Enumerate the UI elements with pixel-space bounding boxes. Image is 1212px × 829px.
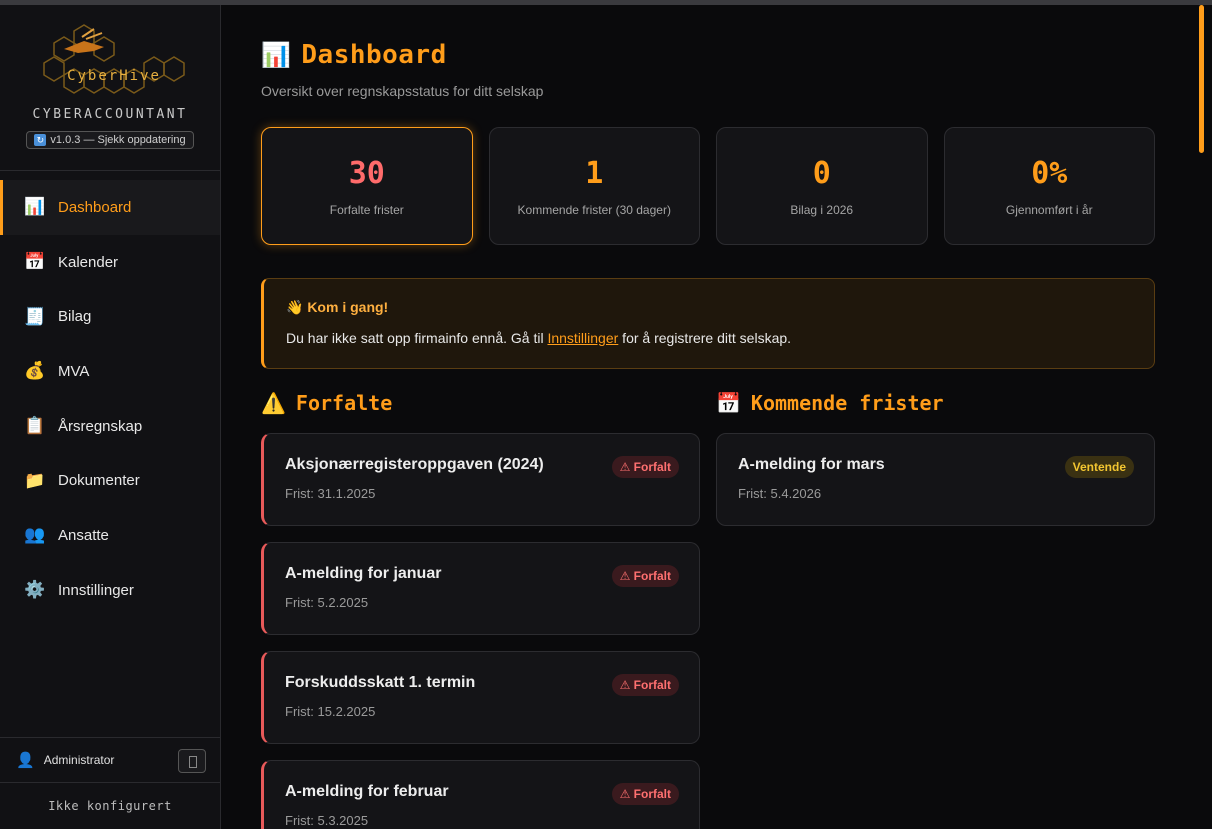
banner-title: 👋 Kom i gang! bbox=[286, 299, 389, 315]
upcoming-title-text: Kommende frister bbox=[750, 391, 944, 415]
sidebar-nav: 📊 Dashboard 📅 Kalender 🧾 Bilag 💰 MVA 📋 Å… bbox=[0, 180, 220, 618]
banner-text: Du har ikke satt opp firmainfo ennå. Gå … bbox=[286, 330, 1132, 346]
logo-area: CyberHive CYBERACCOUNTANT ↻ v1.0.3 — Sje… bbox=[0, 5, 220, 171]
folder-icon: 📁 bbox=[24, 470, 46, 490]
gear-icon: ⚙️ bbox=[24, 580, 46, 600]
sidebar: CyberHive CYBERACCOUNTANT ↻ v1.0.3 — Sje… bbox=[0, 5, 221, 829]
main-content: 📊 Dashboard Oversikt over regnskapsstatu… bbox=[221, 5, 1212, 829]
sidebar-footer: 👤 Administrator Ikke konfigurert bbox=[0, 737, 220, 829]
overdue-title-text: Forfalte bbox=[295, 391, 393, 415]
sidebar-item-label: Ansatte bbox=[58, 526, 109, 544]
warning-icon: ⚠️ bbox=[261, 391, 286, 415]
people-icon: 👥 bbox=[24, 525, 46, 545]
overdue-title: ⚠️ Forfalte bbox=[261, 389, 700, 417]
bee-body bbox=[64, 41, 104, 53]
stat-label: Bilag i 2026 bbox=[790, 202, 854, 217]
sidebar-item-mva[interactable]: 💰 MVA bbox=[0, 344, 220, 399]
sidebar-item-bilag[interactable]: 🧾 Bilag bbox=[0, 289, 220, 344]
deadline-date: Frist: 5.2.2025 bbox=[285, 595, 369, 610]
deadline-card[interactable]: A-melding for januar Frist: 5.2.2025 ⚠ F… bbox=[261, 542, 700, 635]
stat-label: Gjennomført i år bbox=[1005, 202, 1093, 217]
deadline-columns: ⚠️ Forfalte Aksjonærregisteroppgaven (20… bbox=[261, 389, 1155, 829]
stats-row: 30 Forfalte frister 1 Kommende frister (… bbox=[261, 127, 1155, 245]
cyberhive-logo: CyberHive bbox=[43, 24, 185, 94]
user-name: Administrator bbox=[43, 753, 115, 767]
deadline-date: Frist: 15.2.2025 bbox=[285, 704, 376, 719]
upcoming-title: 📅 Kommende frister bbox=[716, 389, 1155, 417]
deadline-date: Frist: 31.1.2025 bbox=[285, 486, 376, 501]
page-subtitle: Oversikt over regnskapsstatus for ditt s… bbox=[261, 83, 544, 99]
sidebar-item-label: Årsregnskap bbox=[58, 417, 143, 435]
stat-card-completed[interactable]: 0% Gjennomført i år bbox=[943, 127, 1155, 245]
stat-value: 0% bbox=[1031, 155, 1068, 191]
config-status: Ikke konfigurert bbox=[48, 799, 172, 813]
sidebar-item-label: Innstillinger bbox=[58, 581, 134, 599]
logo-text: CyberHive bbox=[67, 68, 161, 84]
banner-text-after: for å registrere ditt selskap. bbox=[618, 330, 792, 346]
deadline-card[interactable]: A-melding for februar Frist: 5.3.2025 ⚠ … bbox=[261, 760, 700, 829]
sidebar-item-dashboard[interactable]: 📊 Dashboard bbox=[0, 180, 220, 235]
stat-card-upcoming[interactable]: 1 Kommende frister (30 dager) bbox=[488, 127, 700, 245]
version-label: v1.0.3 — Sjekk oppdatering bbox=[50, 134, 186, 146]
stat-card-overdue[interactable]: 30 Forfalte frister bbox=[261, 127, 473, 245]
sidebar-item-dokumenter[interactable]: 📁 Dokumenter bbox=[0, 453, 220, 508]
banner-text-before: Du har ikke satt opp firmainfo ennå. Gå … bbox=[286, 330, 548, 346]
overdue-badge: ⚠ Forfalt bbox=[611, 456, 679, 478]
receipt-icon: 🧾 bbox=[24, 306, 46, 326]
stat-label: Forfalte frister bbox=[329, 202, 404, 217]
sidebar-item-label: Dokumenter bbox=[58, 472, 140, 490]
logout-button[interactable] bbox=[178, 749, 206, 773]
user-row: 👤 Administrator bbox=[0, 737, 220, 783]
sidebar-item-ansatte[interactable]: 👥 Ansatte bbox=[0, 508, 220, 563]
sidebar-item-label: Dashboard bbox=[58, 198, 132, 216]
page-title-text: Dashboard bbox=[301, 40, 447, 70]
stat-label: Kommende frister (30 dager) bbox=[517, 202, 671, 217]
chart-icon: 📊 bbox=[261, 41, 292, 69]
page-title: 📊 Dashboard bbox=[261, 40, 1212, 70]
overdue-badge: ⚠ Forfalt bbox=[611, 674, 679, 696]
sidebar-item-innstillinger[interactable]: ⚙️ Innstillinger bbox=[0, 563, 220, 618]
brand-name: CYBERACCOUNTANT bbox=[32, 107, 188, 122]
chart-icon: 📊 bbox=[24, 197, 46, 217]
refresh-icon: ↻ bbox=[34, 134, 47, 146]
clipboard-icon: 📋 bbox=[24, 416, 46, 436]
calendar-icon: 📅 bbox=[24, 252, 46, 272]
deadline-date: Frist: 5.4.2026 bbox=[738, 486, 822, 501]
deadline-date: Frist: 5.3.2025 bbox=[285, 813, 369, 828]
stat-card-vouchers[interactable]: 0 Bilag i 2026 bbox=[716, 127, 928, 245]
settings-link[interactable]: Innstillinger bbox=[547, 330, 618, 346]
stat-value: 30 bbox=[348, 155, 385, 191]
calendar-icon: 📅 bbox=[716, 391, 741, 415]
sidebar-item-kalender[interactable]: 📅 Kalender bbox=[0, 235, 220, 290]
sidebar-item-label: Kalender bbox=[58, 253, 119, 271]
money-bag-icon: 💰 bbox=[24, 361, 46, 381]
deadline-card[interactable]: Aksjonærregisteroppgaven (2024) Frist: 3… bbox=[261, 433, 700, 526]
stat-value: 1 bbox=[585, 155, 604, 191]
overdue-badge: ⚠ Forfalt bbox=[611, 565, 679, 587]
user-icon: 👤 bbox=[16, 752, 35, 769]
getting-started-banner: 👋 Kom i gang! Du har ikke satt opp firma… bbox=[261, 278, 1155, 369]
app: CyberHive CYBERACCOUNTANT ↻ v1.0.3 — Sje… bbox=[0, 5, 1212, 829]
check-update-button[interactable]: ↻ v1.0.3 — Sjekk oppdatering bbox=[26, 131, 194, 149]
deadline-card[interactable]: A-melding for mars Frist: 5.4.2026 Vente… bbox=[716, 433, 1155, 526]
sidebar-item-label: Bilag bbox=[58, 308, 92, 326]
sidebar-item-label: MVA bbox=[58, 362, 90, 380]
sidebar-item-arsregnskap[interactable]: 📋 Årsregnskap bbox=[0, 399, 220, 454]
deadline-card[interactable]: Forskuddsskatt 1. termin Frist: 15.2.202… bbox=[261, 651, 700, 744]
pending-badge: Ventende bbox=[1064, 456, 1134, 478]
scrollbar[interactable] bbox=[1199, 5, 1204, 153]
overdue-column: ⚠️ Forfalte Aksjonærregisteroppgaven (20… bbox=[261, 389, 700, 829]
overdue-badge: ⚠ Forfalt bbox=[611, 783, 679, 805]
stat-value: 0 bbox=[812, 155, 831, 191]
upcoming-column: 📅 Kommende frister A-melding for mars Fr… bbox=[716, 389, 1155, 829]
